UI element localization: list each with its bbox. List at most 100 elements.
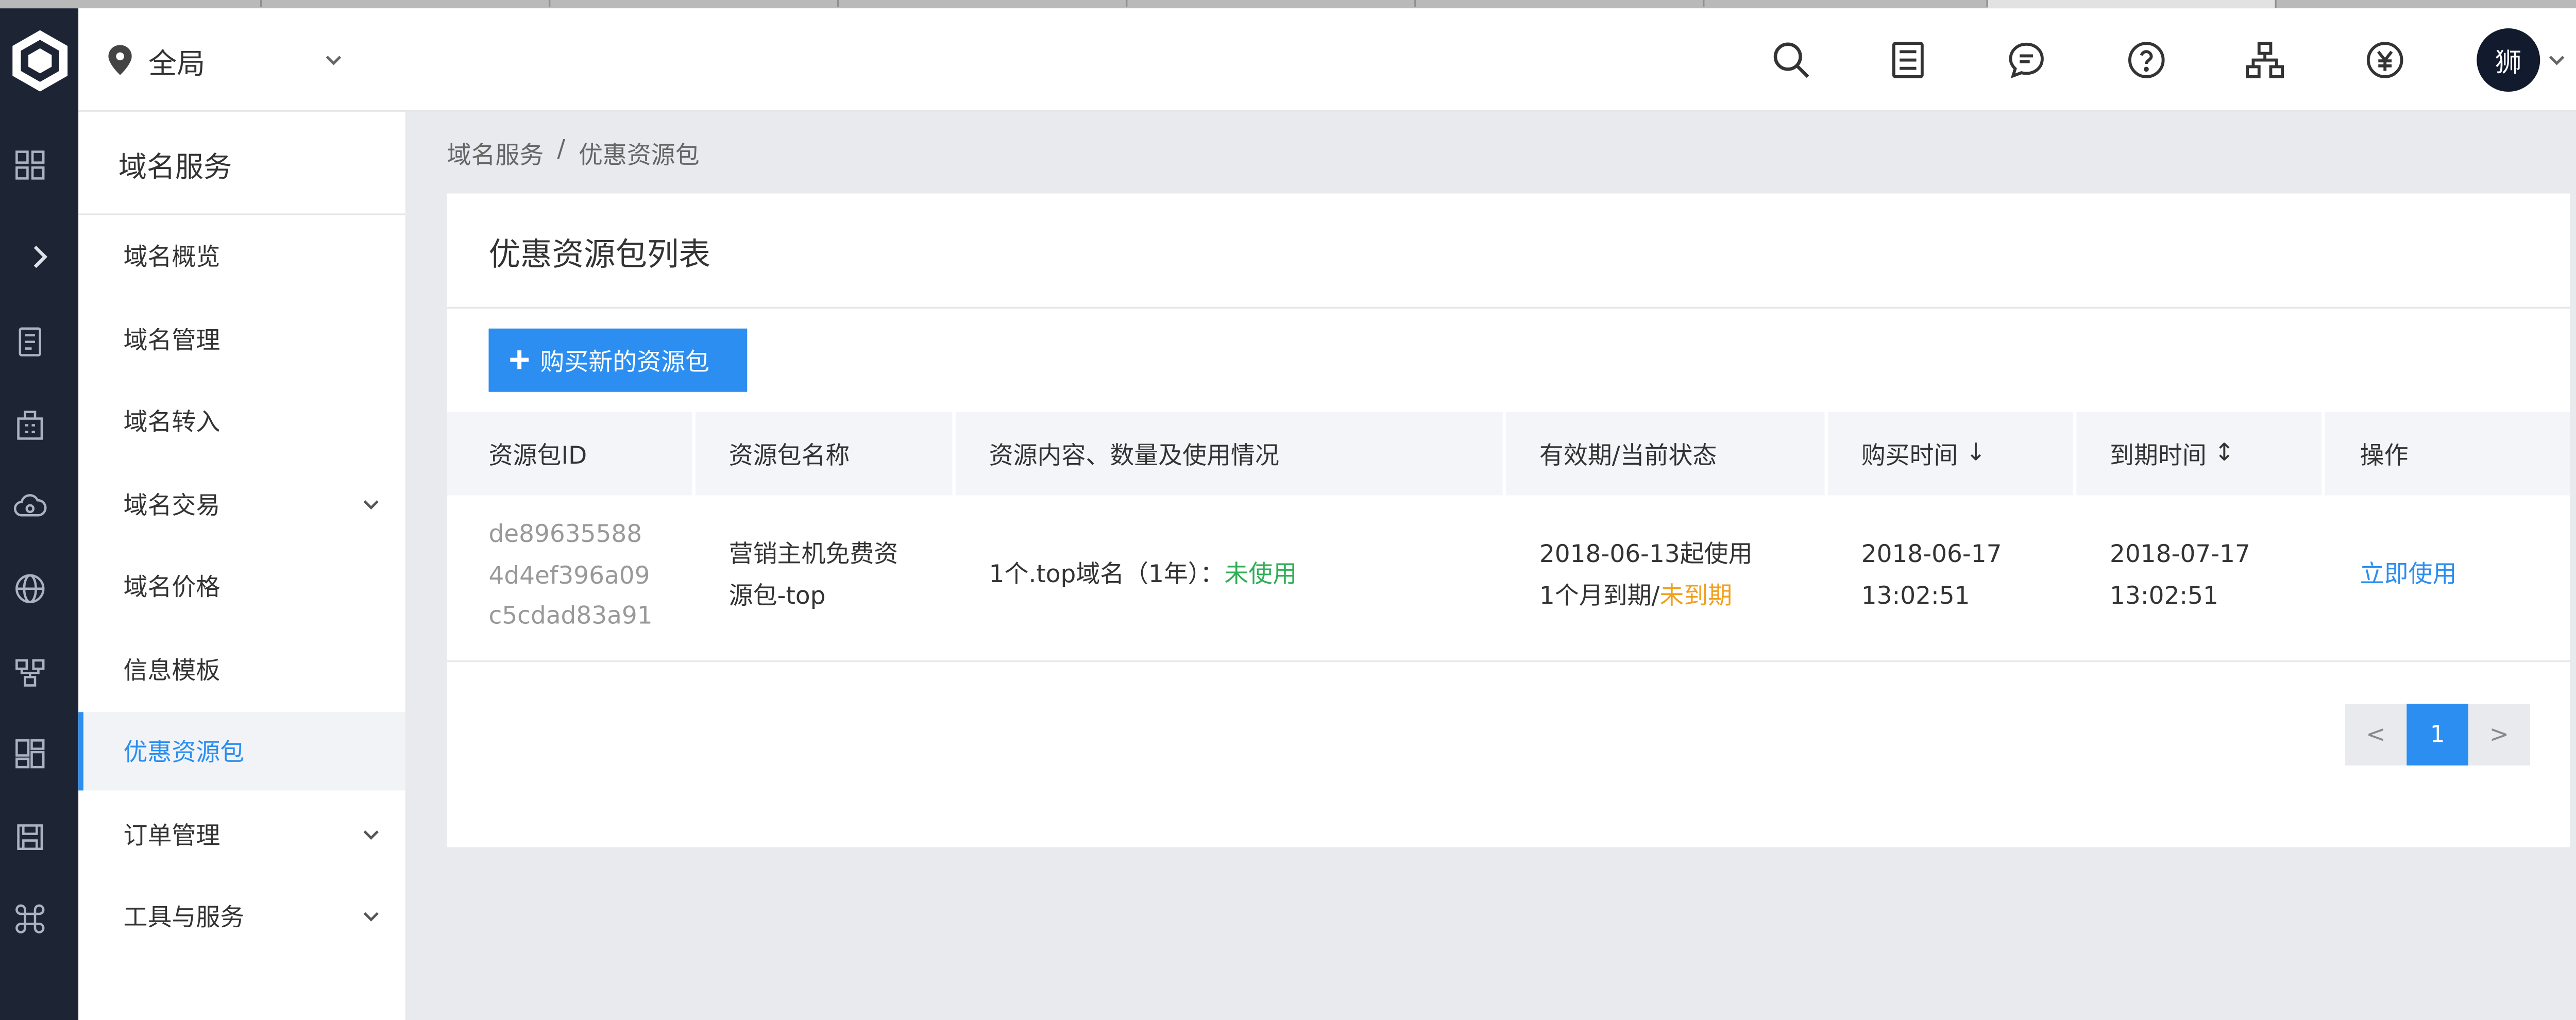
region-selector[interactable]: 全局 bbox=[108, 38, 342, 81]
browser-tab-strip bbox=[0, 0, 2576, 9]
save-icon[interactable] bbox=[0, 812, 60, 862]
billing-icon[interactable] bbox=[2363, 38, 2406, 81]
sidebar-item-label: 信息模板 bbox=[123, 658, 221, 686]
chevron-down-icon[interactable] bbox=[2545, 48, 2568, 72]
message-icon[interactable] bbox=[2005, 38, 2048, 81]
region-label: 全局 bbox=[148, 47, 206, 81]
browser-tab[interactable] bbox=[1127, 0, 1416, 7]
sidebar-item-label: 域名转入 bbox=[123, 410, 221, 437]
browser-tab-active[interactable] bbox=[1988, 0, 2277, 9]
pagination: < 1 > bbox=[2345, 704, 2530, 766]
help-icon[interactable] bbox=[2125, 38, 2168, 81]
sidebar-item-info-template[interactable]: 信息模板 bbox=[78, 631, 405, 709]
list-icon[interactable] bbox=[1886, 38, 1929, 81]
use-now-link[interactable]: 立即使用 bbox=[2360, 555, 2457, 596]
status-not-expired: 未到期 bbox=[1659, 583, 1733, 610]
card-divider bbox=[447, 307, 2570, 309]
column-header-expire-time[interactable]: 到期时间 ↕ bbox=[2110, 412, 2234, 496]
column-divider bbox=[692, 412, 696, 496]
column-divider bbox=[1502, 412, 1506, 496]
breadcrumb: 域名服务 / 优惠资源包 bbox=[447, 137, 700, 172]
grid-icon[interactable] bbox=[0, 140, 60, 190]
expand-icon[interactable] bbox=[10, 232, 70, 282]
chevron-down-icon bbox=[326, 56, 342, 65]
column-header-purchase-time[interactable]: 购买时间 ↓ bbox=[1861, 412, 1986, 496]
sidebar-item-label: 域名交易 bbox=[123, 494, 221, 521]
status-unused: 未使用 bbox=[1224, 562, 1297, 589]
sidebar-item-label: 域名价格 bbox=[123, 575, 221, 602]
buy-package-label: 购买新的资源包 bbox=[540, 349, 709, 376]
top-header: 全局 狮 bbox=[78, 8, 2576, 112]
sidebar-item-label: 订单管理 bbox=[123, 824, 221, 851]
pagination-page-1[interactable]: 1 bbox=[2406, 704, 2469, 766]
cell-package-name: 营销主机免费资 源包-top bbox=[728, 542, 899, 610]
column-divider bbox=[952, 412, 956, 496]
location-pin-icon bbox=[108, 45, 132, 75]
browser-tab[interactable] bbox=[2277, 0, 2576, 7]
breadcrumb-separator: / bbox=[557, 137, 566, 164]
user-avatar[interactable]: 狮 bbox=[2477, 28, 2540, 92]
pagination-prev-button[interactable]: < bbox=[2345, 704, 2407, 766]
sidebar-item-label: 域名管理 bbox=[123, 328, 221, 355]
browser-tab[interactable] bbox=[0, 0, 262, 7]
dashboard-icon[interactable] bbox=[0, 729, 60, 779]
command-icon[interactable] bbox=[0, 894, 60, 944]
sidebar-item-domain-trading[interactable]: 域名交易 bbox=[78, 465, 405, 543]
table-header: 资源包ID 资源包名称 资源内容、数量及使用情况 有效期/当前状态 购买时间 ↓… bbox=[447, 412, 2570, 496]
sidebar: 域名服务 域名概览 域名管理 域名转入 域名交易 域名价格 信息模板 优惠资源包… bbox=[78, 111, 405, 1020]
column-header-name: 资源包名称 bbox=[728, 443, 850, 470]
column-header-id: 资源包ID bbox=[488, 443, 587, 470]
cell-purchase-time: 2018-06-17 13:02:51 bbox=[1861, 542, 2002, 610]
column-divider bbox=[1824, 412, 1828, 496]
column-header-action: 操作 bbox=[2360, 443, 2409, 470]
plus-icon: + bbox=[509, 338, 530, 381]
browser-tab[interactable] bbox=[839, 0, 1128, 7]
browser-tab[interactable] bbox=[1416, 0, 1705, 7]
sidebar-item-domain-management[interactable]: 域名管理 bbox=[78, 300, 405, 379]
network-icon[interactable] bbox=[0, 647, 60, 697]
cloud-icon[interactable] bbox=[0, 482, 60, 532]
sidebar-item-label: 域名概览 bbox=[123, 245, 221, 272]
column-header-validity: 有效期/当前状态 bbox=[1539, 443, 1717, 470]
app-screen: 全局 狮 域名服务 域名概览 域名管理 域名转入 域名交易 域名价格 信息模板 … bbox=[0, 0, 2576, 1020]
icon-rail bbox=[0, 8, 79, 1020]
browser-tab[interactable] bbox=[1704, 0, 1988, 7]
cell-package-id: de89635588 4d4ef396a09 c5cdad83a91 bbox=[488, 522, 653, 631]
search-icon[interactable] bbox=[1770, 38, 1813, 81]
browser-tab[interactable] bbox=[262, 0, 551, 7]
building-icon[interactable] bbox=[0, 400, 60, 450]
chevron-down-icon bbox=[363, 830, 379, 840]
sidebar-item-domain-price[interactable]: 域名价格 bbox=[78, 547, 405, 625]
breadcrumb-current: 优惠资源包 bbox=[578, 143, 700, 171]
pagination-next-button[interactable]: > bbox=[2468, 704, 2530, 766]
sidebar-item-domain-overview[interactable]: 域名概览 bbox=[78, 217, 405, 295]
document-icon[interactable] bbox=[0, 317, 60, 367]
chevron-down-icon bbox=[363, 500, 379, 510]
chevron-down-icon bbox=[363, 912, 379, 922]
sidebar-title: 域名服务 bbox=[118, 151, 232, 185]
sidebar-item-tools-services[interactable]: 工具与服务 bbox=[78, 877, 405, 956]
breadcrumb-parent[interactable]: 域名服务 bbox=[447, 137, 544, 172]
sidebar-item-order-management[interactable]: 订单管理 bbox=[78, 795, 405, 874]
sidebar-item-label: 工具与服务 bbox=[123, 905, 245, 932]
globe-icon[interactable] bbox=[0, 564, 60, 614]
cell-package-content: 1个.top域名（1年）：未使用 bbox=[989, 562, 1297, 589]
sidebar-item-label: 优惠资源包 bbox=[123, 740, 245, 768]
sidebar-item-resource-package[interactable]: 优惠资源包 bbox=[78, 712, 405, 791]
logo-icon[interactable] bbox=[0, 8, 78, 112]
sitemap-icon[interactable] bbox=[2243, 38, 2286, 81]
sort-desc-icon[interactable]: ↓ bbox=[1965, 440, 1986, 467]
sidebar-item-domain-transfer[interactable]: 域名转入 bbox=[78, 382, 405, 460]
resource-package-card: 优惠资源包列表 + 购买新的资源包 资源包ID 资源包名称 资源内容、数量及使用… bbox=[447, 193, 2570, 847]
column-header-content: 资源内容、数量及使用情况 bbox=[989, 443, 1279, 470]
browser-tab[interactable] bbox=[550, 0, 839, 7]
buy-package-button[interactable]: + 购买新的资源包 bbox=[488, 328, 748, 392]
table-row: de89635588 4d4ef396a09 c5cdad83a91 营销主机免… bbox=[447, 495, 2570, 662]
cell-validity: 2018-06-13起使用 1个月到期/未到期 bbox=[1539, 542, 1753, 610]
sort-icon[interactable]: ↕ bbox=[2214, 440, 2234, 467]
sidebar-divider bbox=[78, 213, 405, 215]
page-title: 优惠资源包列表 bbox=[488, 236, 711, 274]
column-divider bbox=[2321, 412, 2325, 496]
cell-expire-time: 2018-07-17 13:02:51 bbox=[2110, 542, 2250, 610]
column-divider bbox=[2073, 412, 2077, 496]
